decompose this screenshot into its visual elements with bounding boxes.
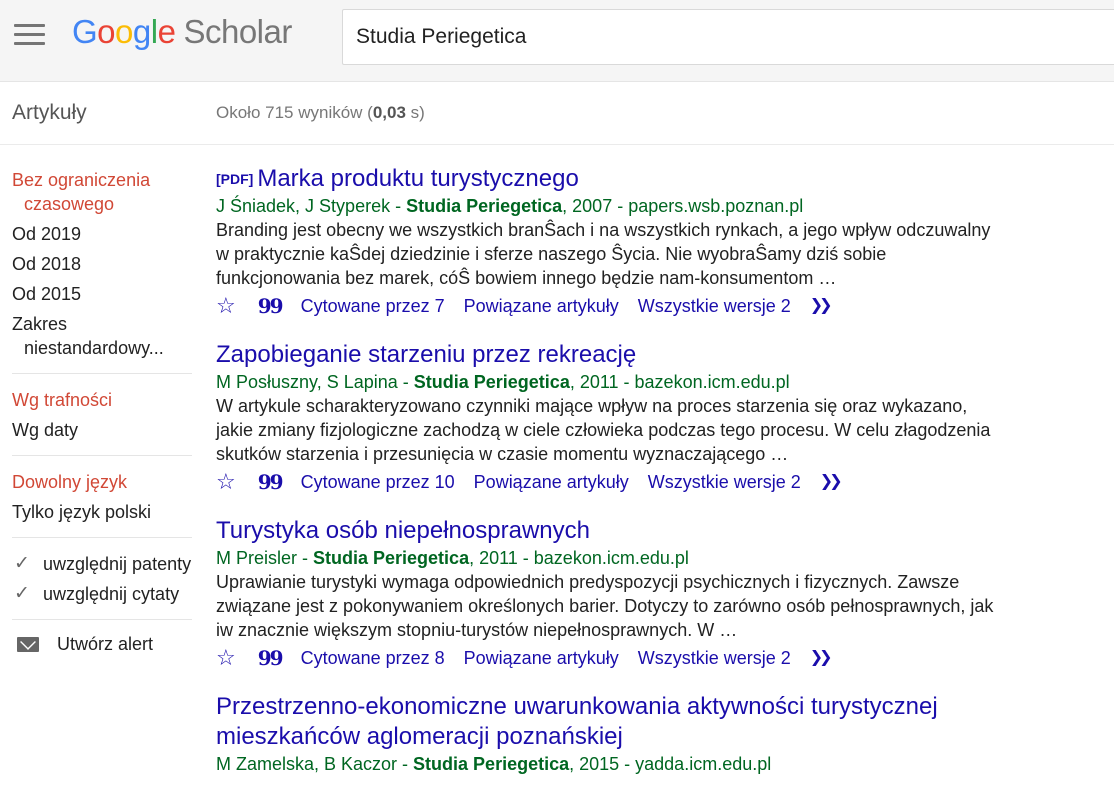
time-filter-any[interactable]: Bez ograniczenia czasowego xyxy=(12,168,192,216)
cite-quote-icon[interactable]: 99 xyxy=(258,644,284,672)
results-count: Około 715 wyników (0,03 s) xyxy=(216,103,425,122)
result-snippet: W artykule scharakteryzowano czynniki ma… xyxy=(216,396,991,464)
pdf-tag[interactable]: [PDF] xyxy=(216,171,253,187)
result-meta: M Posłuszny, S Lapina - Studia Periegeti… xyxy=(216,372,790,392)
result-meta: M Zamelska, B Kaczor - Studia Periegetic… xyxy=(216,754,772,774)
all-versions-link[interactable]: Wszystkie wersje 2 xyxy=(648,468,801,496)
result-title-link[interactable]: Zapobieganie starzeniu przez rekreację xyxy=(216,340,1006,370)
time-filter-custom[interactable]: Zakres niestandardowy... xyxy=(12,312,192,360)
result-title-link[interactable]: [PDF] Marka produktu turystycznego xyxy=(216,164,1006,194)
cite-quote-icon[interactable]: 99 xyxy=(258,292,284,320)
time-filter-2018[interactable]: Od 2018 xyxy=(12,252,192,276)
include-citations-label: uwzględnij cytaty xyxy=(43,584,180,604)
checkmark-icon: ✓ xyxy=(14,583,30,604)
more-double-chevron-icon[interactable]: ❯❯ xyxy=(820,468,843,496)
sort-by-date[interactable]: Wg daty xyxy=(12,418,192,442)
save-star-icon[interactable]: ☆ xyxy=(216,294,236,318)
sort-by-relevance[interactable]: Wg trafności xyxy=(12,388,192,412)
related-articles-link[interactable]: Powiązane artykuły xyxy=(464,644,619,672)
include-citations-checkbox[interactable]: ✓ uwzględnij cytaty xyxy=(12,582,192,606)
sidebar-divider xyxy=(12,537,192,538)
results-list: [PDF] Marka produktu turystycznego J Śnia… xyxy=(216,164,1006,787)
search-input[interactable] xyxy=(343,10,1114,64)
result-item: Turystyka osób niepełnosprawnych M Preis… xyxy=(216,516,1006,672)
all-versions-link[interactable]: Wszystkie wersje 2 xyxy=(638,292,791,320)
result-meta: M Preisler - Studia Periegetica, 2011 - … xyxy=(216,548,689,568)
all-versions-link[interactable]: Wszystkie wersje 2 xyxy=(638,644,791,672)
more-double-chevron-icon[interactable]: ❯❯ xyxy=(810,644,833,672)
create-alert-label: Utwórz alert xyxy=(57,634,154,654)
sidebar-divider xyxy=(12,455,192,456)
section-title: Artykuły xyxy=(12,101,87,124)
result-item: [PDF] Marka produktu turystycznego J Śnia… xyxy=(216,164,1006,320)
search-box[interactable] xyxy=(342,9,1114,65)
result-meta: J Śniadek, J Styperek - Studia Periegeti… xyxy=(216,196,804,216)
language-any[interactable]: Dowolny język xyxy=(12,470,192,494)
result-actions: ☆ 99 Cytowane przez 8 Powiązane artykuły… xyxy=(216,644,1006,672)
related-articles-link[interactable]: Powiązane artykuły xyxy=(474,468,629,496)
include-patents-label: uwzględnij patenty xyxy=(43,554,192,574)
time-filter-2019[interactable]: Od 2019 xyxy=(12,222,192,246)
save-star-icon[interactable]: ☆ xyxy=(216,470,236,494)
cited-by-link[interactable]: Cytowane przez 7 xyxy=(301,292,445,320)
top-bar: Google Scholar xyxy=(0,0,1114,82)
checkmark-icon: ✓ xyxy=(14,553,30,574)
include-patents-checkbox[interactable]: ✓ uwzględnij patenty xyxy=(12,552,192,576)
hamburger-menu-icon[interactable] xyxy=(14,24,46,46)
create-alert-link[interactable]: Utwórz alert xyxy=(12,634,192,655)
cited-by-link[interactable]: Cytowane przez 10 xyxy=(301,468,455,496)
more-double-chevron-icon[interactable]: ❯❯ xyxy=(810,292,833,320)
filter-sidebar: Bez ograniczenia czasowego Od 2019 Od 20… xyxy=(12,168,192,655)
related-articles-link[interactable]: Powiązane artykuły xyxy=(464,292,619,320)
sidebar-divider xyxy=(12,619,192,620)
save-star-icon[interactable]: ☆ xyxy=(216,646,236,670)
result-snippet: Branding jest obecny we wszystkich branŜ… xyxy=(216,220,991,288)
result-actions: ☆ 99 Cytowane przez 10 Powiązane artykuł… xyxy=(216,468,1006,496)
result-title-link[interactable]: Turystyka osób niepełnosprawnych xyxy=(216,516,1006,546)
language-polish-only[interactable]: Tylko język polski xyxy=(12,500,192,524)
subheader-divider xyxy=(0,144,1114,145)
result-snippet: Uprawianie turystyki wymaga odpowiednich… xyxy=(216,572,994,640)
result-title-link[interactable]: Przestrzenno-ekonomiczne uwarunkowania a… xyxy=(216,692,1006,752)
sidebar-divider xyxy=(12,373,192,374)
envelope-icon xyxy=(17,637,39,652)
result-actions: ☆ 99 Cytowane przez 7 Powiązane artykuły… xyxy=(216,292,1006,320)
cite-quote-icon[interactable]: 99 xyxy=(258,468,284,496)
time-filter-2015[interactable]: Od 2015 xyxy=(12,282,192,306)
result-item: Zapobieganie starzeniu przez rekreację M… xyxy=(216,340,1006,496)
google-scholar-logo[interactable]: Google Scholar xyxy=(72,12,292,52)
cited-by-link[interactable]: Cytowane przez 8 xyxy=(301,644,445,672)
result-item: Przestrzenno-ekonomiczne uwarunkowania a… xyxy=(216,692,1006,776)
